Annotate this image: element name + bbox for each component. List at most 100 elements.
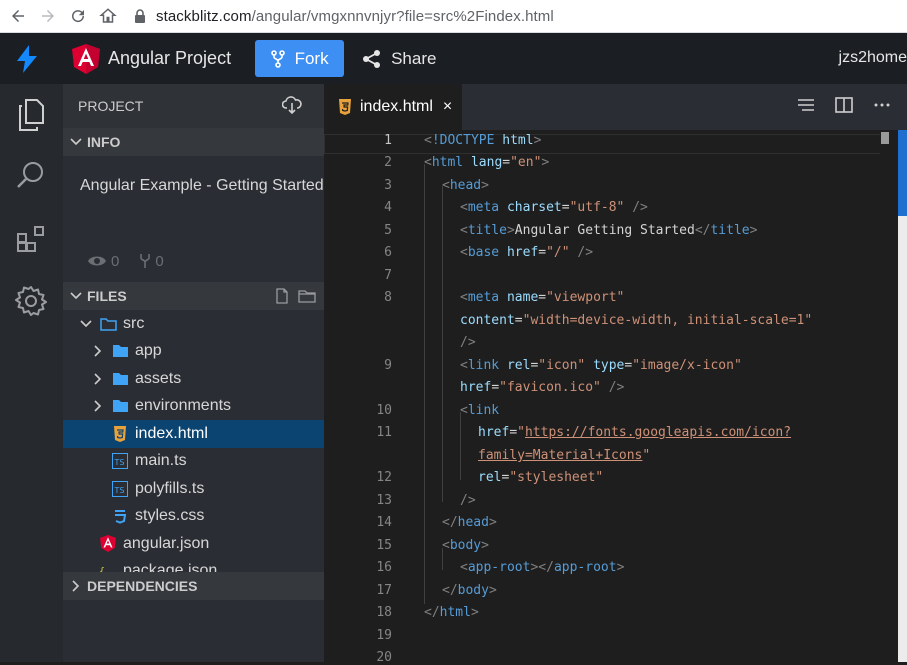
back-icon[interactable]	[6, 4, 30, 28]
app-header: Angular Project Fork Share jzs2home	[0, 33, 907, 84]
line-number: 15	[376, 538, 392, 553]
address-bar[interactable]: stackblitz.com/angular/vmgxnnvnjyr?file=…	[134, 8, 554, 25]
folder-icon	[112, 345, 128, 358]
typescript-icon: TS	[112, 453, 128, 470]
line-number: 10	[376, 403, 392, 418]
angular-logo-icon	[72, 43, 100, 74]
code-line: <html lang="en">	[424, 155, 550, 170]
stackblitz-bolt-icon[interactable]	[0, 33, 54, 84]
line-number: 5	[384, 223, 392, 238]
editor-tabbar: index.html ×	[324, 84, 907, 130]
chevron-down-icon	[80, 320, 92, 327]
fork-label: Fork	[294, 48, 329, 68]
search-icon[interactable]	[14, 158, 48, 192]
preview-pane-edge	[898, 130, 907, 216]
code-line: </body>	[442, 583, 497, 598]
code-line: </html>	[424, 605, 479, 620]
line-number: 6	[384, 245, 392, 260]
typescript-icon: TS	[112, 480, 128, 497]
format-lines-icon[interactable]	[797, 96, 815, 114]
chevron-right-icon	[94, 345, 102, 357]
tab-index-html[interactable]: index.html ×	[324, 84, 462, 130]
code-editor: index.html × 1 2 3 4 5 6 7 8 9 10 11 12 …	[324, 84, 907, 665]
fork-button[interactable]: Fork	[255, 40, 345, 77]
code-line: />	[460, 493, 476, 508]
more-options-icon[interactable]	[873, 96, 891, 114]
new-file-icon[interactable]	[274, 288, 290, 304]
tree-item-index-html[interactable]: index.html	[63, 420, 324, 448]
dependencies-label: DEPENDENCIES	[87, 578, 198, 594]
tree-item-polyfills-ts[interactable]: TS polyfills.ts	[63, 475, 324, 503]
info-section-header[interactable]: INFO	[63, 128, 324, 156]
editor-scrollbar[interactable]	[880, 130, 890, 662]
tab-label: index.html	[360, 98, 433, 115]
sidebar: PROJECT INFO Angular Example - Getting S…	[63, 84, 324, 662]
tree-item-src[interactable]: src	[63, 310, 324, 338]
project-label: PROJECT	[78, 98, 144, 114]
dependencies-section-header[interactable]: DEPENDENCIES	[63, 572, 324, 600]
svg-text:TS: TS	[114, 458, 125, 467]
files-section-header[interactable]: FILES	[63, 282, 324, 310]
tree-item-angular-json[interactable]: angular.json	[63, 530, 324, 558]
code-line: <meta name="viewport"	[460, 290, 625, 305]
reload-icon[interactable]	[66, 4, 90, 28]
angular-icon	[100, 535, 116, 553]
line-number: 1	[384, 133, 392, 148]
fork-icon	[270, 49, 285, 68]
files-icon[interactable]	[14, 98, 48, 132]
code-line: content="width=device-width, initial-sca…	[460, 313, 813, 328]
current-line-highlight	[324, 134, 884, 154]
line-number: 18	[376, 605, 392, 620]
code-line: <!DOCTYPE html>	[424, 133, 542, 148]
split-editor-icon[interactable]	[835, 96, 853, 114]
chevron-down-icon	[70, 138, 82, 146]
line-number: 8	[384, 290, 392, 305]
chevron-right-icon	[94, 400, 102, 412]
code-line: <link	[460, 403, 500, 418]
css3-icon	[115, 510, 127, 524]
fork-icon	[140, 254, 151, 268]
cloud-download-icon[interactable]	[282, 96, 302, 114]
chevron-right-icon	[72, 580, 80, 592]
extensions-icon[interactable]	[14, 222, 48, 256]
code-line: rel="stylesheet"	[478, 470, 604, 485]
project-description: Angular Example - Getting Started	[80, 177, 324, 194]
html5-icon	[114, 425, 126, 442]
tree-item-main-ts[interactable]: TS main.ts	[63, 448, 324, 476]
code-line: <meta charset="utf-8" />	[460, 200, 648, 215]
eye-icon	[88, 256, 106, 266]
url-path: /angular/vmgxnnvnjyr?file=src%2Findex.ht…	[251, 7, 554, 25]
tree-item-assets[interactable]: assets	[63, 365, 324, 393]
code-line: family=Material+Icons"	[478, 448, 651, 463]
settings-gear-icon[interactable]	[14, 284, 48, 318]
tree-item-app[interactable]: app	[63, 338, 324, 366]
user-menu[interactable]: jzs2home	[839, 49, 907, 67]
code-line: </head>	[442, 515, 497, 530]
line-number: 14	[376, 515, 392, 530]
chevron-down-icon	[70, 292, 82, 300]
line-number: 2	[384, 155, 392, 170]
close-icon[interactable]: ×	[443, 98, 452, 116]
tree-item-styles-css[interactable]: styles.css	[63, 503, 324, 531]
code-line: href="favicon.ico" />	[460, 380, 625, 395]
code-line: <head>	[442, 178, 489, 193]
tree-item-environments[interactable]: environments	[63, 393, 324, 421]
code-area[interactable]: 1 2 3 4 5 6 7 8 9 10 11 12 13 14 15 16 1…	[324, 130, 907, 665]
chevron-right-icon	[94, 373, 102, 385]
project-stats: 0 0	[63, 240, 324, 282]
line-number: 16	[376, 560, 392, 575]
code-line: href="https://fonts.googleapis.com/icon?	[478, 425, 792, 440]
line-number: 7	[384, 268, 392, 283]
share-label: Share	[391, 48, 437, 68]
line-number: 3	[384, 178, 392, 193]
home-icon[interactable]	[96, 4, 120, 28]
forward-icon[interactable]	[36, 4, 60, 28]
code-line: <link rel="icon" type="image/x-icon"	[460, 358, 742, 373]
share-button[interactable]: Share	[362, 40, 436, 77]
editor-scroll-thumb[interactable]	[881, 132, 889, 144]
new-folder-icon[interactable]	[298, 288, 316, 304]
code-line: <body>	[442, 538, 489, 553]
html5-icon	[339, 99, 351, 115]
code-line: <base href="/" />	[460, 245, 594, 260]
folder-icon	[112, 400, 128, 413]
